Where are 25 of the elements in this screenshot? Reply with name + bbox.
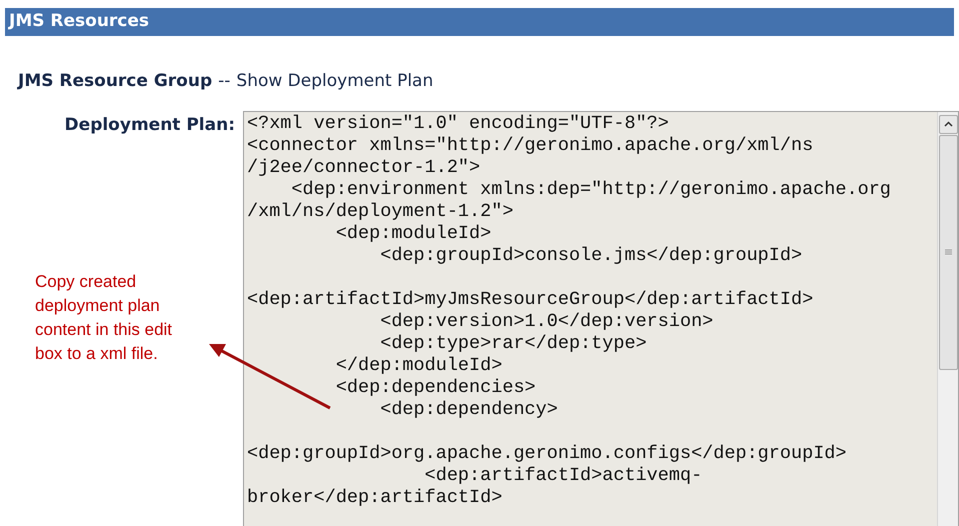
heading-separator: -- xyxy=(218,70,230,93)
code-line: broker</dep:artifactId> xyxy=(247,486,502,508)
annotation-text: Copy created deployment plan content in this edit box to a xml file. xyxy=(35,271,174,365)
code-line: <dep:version>1.0</dep:version> xyxy=(379,310,714,332)
code-line: <dep:artifactId>activemq- xyxy=(424,464,702,486)
code-line: <connector xmlns="http://geronimo.apache.org/xml/ns xyxy=(247,134,814,156)
code-line: </dep:moduleId> xyxy=(334,354,502,376)
deployment-plan-textarea[interactable] xyxy=(243,110,959,526)
code-line: <dep:artifactId>myJmsResourceGroup</dep:artifactId> xyxy=(247,288,814,310)
code-line: /j2ee/connector-1.2"> xyxy=(247,156,480,178)
code-line: <dep:groupId>console.jms</dep:groupId> xyxy=(379,244,802,266)
scrollbar[interactable] xyxy=(937,112,958,526)
section-title: JMS Resources xyxy=(9,10,150,34)
page-heading: JMS Resource Group xyxy=(18,70,212,93)
page-subtitle: Show Deployment Plan xyxy=(236,70,434,93)
code-line: <dep:groupId>org.apache.geronimo.configs</dep:groupId> xyxy=(247,442,846,464)
code-line: <dep:moduleId> xyxy=(334,222,492,244)
code-line: <?xml version="1.0" encoding="UTF-8"?> xyxy=(247,112,669,134)
code-line: <dep:environment xmlns:dep="http://geronimo.apache.org xyxy=(290,178,891,200)
field-label: Deployment Plan: xyxy=(64,114,235,134)
code-line: <dep:dependency> xyxy=(379,398,558,420)
code-line: <dep:dependencies> xyxy=(334,376,536,398)
code-line: <dep:type>rar</dep:type> xyxy=(379,332,647,354)
code-line: /xml/ns/deployment-1.2"> xyxy=(247,200,514,222)
scroll-thumb[interactable] xyxy=(938,134,958,370)
